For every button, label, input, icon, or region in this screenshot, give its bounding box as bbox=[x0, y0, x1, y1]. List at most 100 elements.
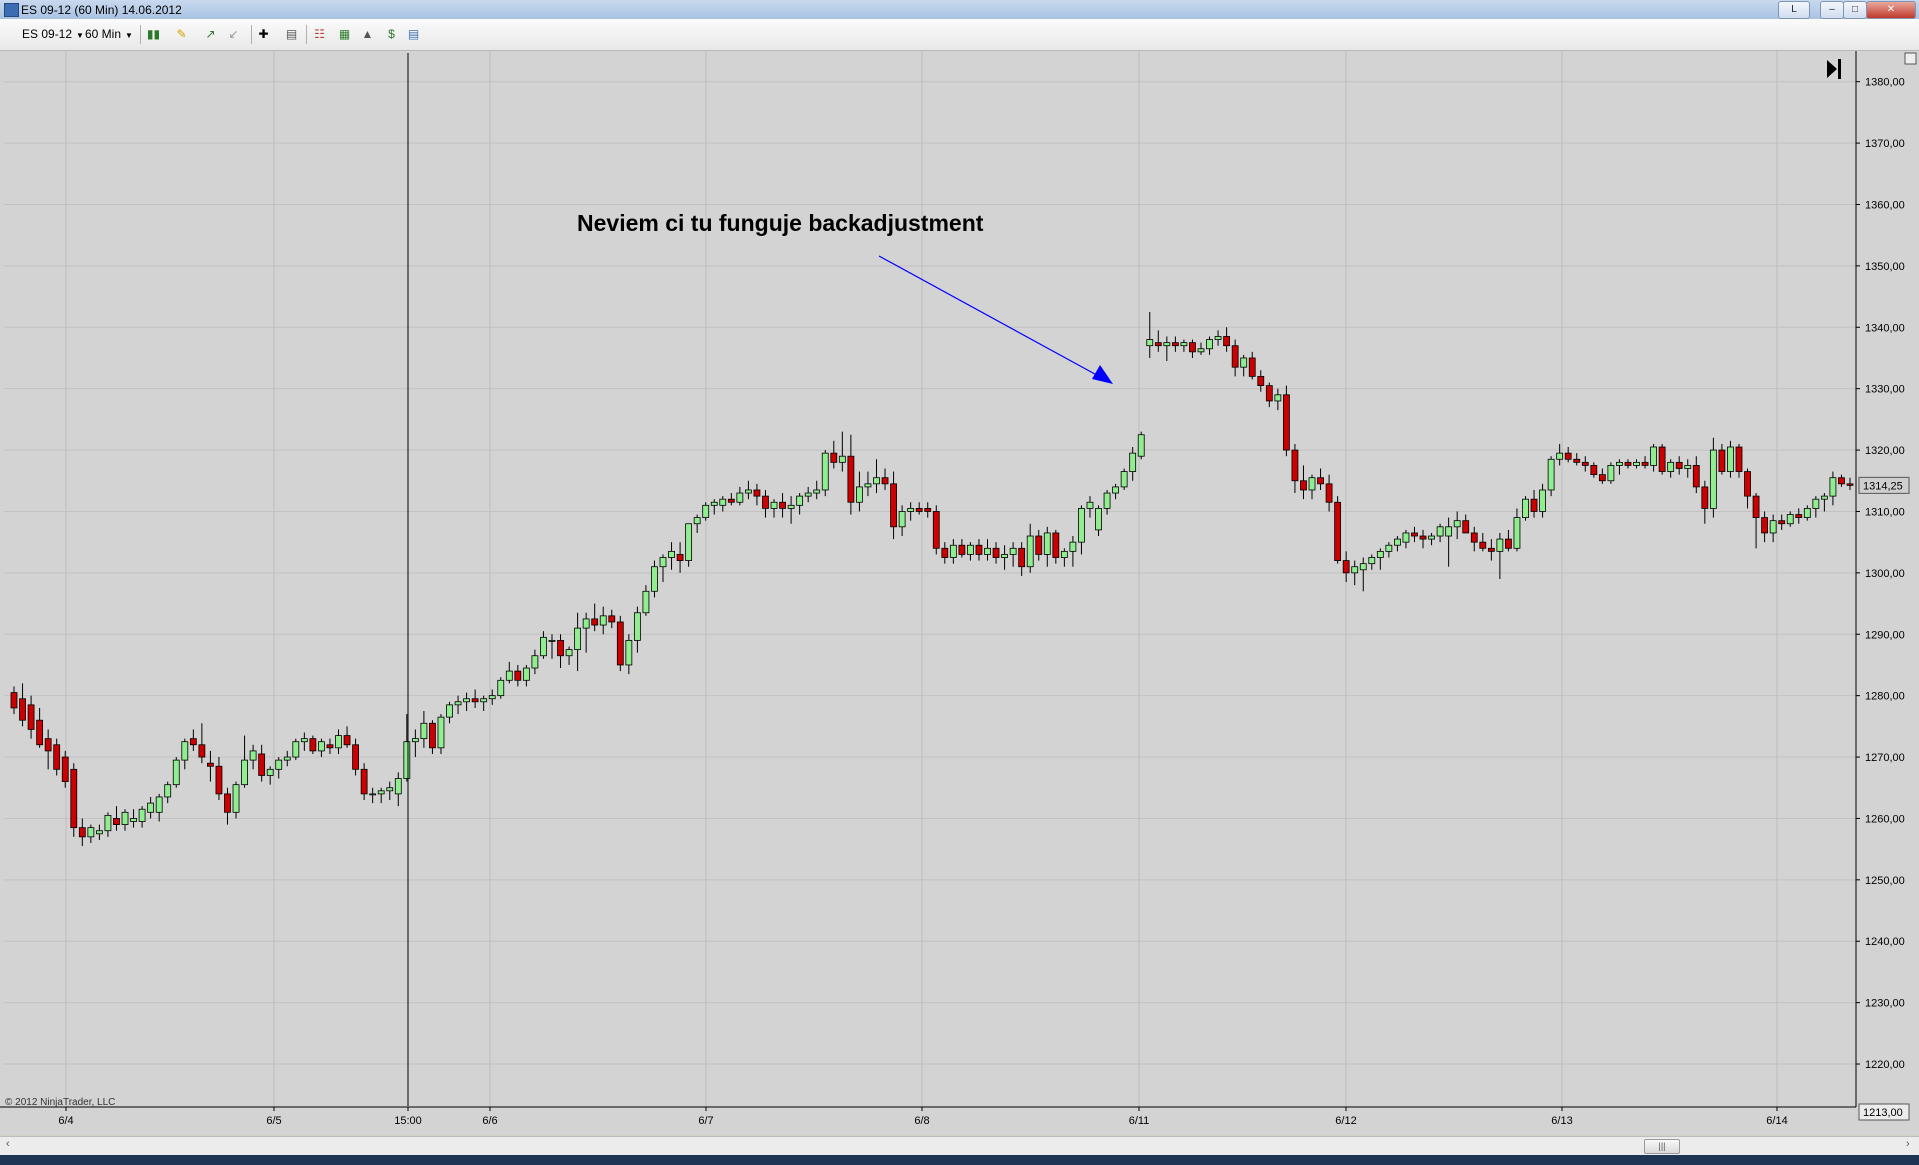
price-tick-label: 1340,00 bbox=[1865, 322, 1905, 334]
candle-body bbox=[1018, 547, 1026, 568]
candle-body bbox=[856, 486, 863, 503]
candle-body bbox=[873, 477, 880, 485]
price-tick-label: 1380,00 bbox=[1865, 77, 1905, 89]
minimize-icon[interactable]: – bbox=[1820, 1, 1844, 19]
time-tick-label: 6/5 bbox=[266, 1115, 281, 1127]
annotation-text[interactable]: Neviem ci tu funguje backadjustment bbox=[577, 210, 984, 236]
scroll-left-icon[interactable]: ‹ bbox=[6, 1138, 10, 1150]
candle-body bbox=[326, 744, 334, 749]
candle-body bbox=[1154, 342, 1162, 347]
candle-body bbox=[591, 618, 599, 626]
candle-body bbox=[292, 741, 300, 758]
candle-body bbox=[1342, 560, 1350, 574]
dollar-icon[interactable]: $ bbox=[384, 27, 399, 41]
time-tick-label: 15:00 bbox=[394, 1115, 422, 1127]
candle-body bbox=[1043, 532, 1051, 555]
candle-body bbox=[1633, 461, 1640, 466]
candle-body bbox=[1394, 538, 1401, 546]
candle-body bbox=[249, 750, 257, 761]
panel-menu-icon[interactable] bbox=[1904, 52, 1917, 65]
close-icon[interactable]: ✕ bbox=[1866, 1, 1916, 19]
chart-image-icon[interactable]: ▲ bbox=[360, 27, 375, 41]
chart-panel[interactable]: Neviem ci tu funguje backadjustment 1220… bbox=[0, 51, 1919, 1135]
candle-body bbox=[719, 498, 727, 506]
language-indicator-icon[interactable]: L bbox=[1778, 1, 1810, 19]
scrollbar-thumb[interactable]: ||| bbox=[1644, 1139, 1680, 1154]
candle-body bbox=[172, 759, 180, 786]
instrument-selector[interactable]: ES 09-12 ▼ bbox=[22, 27, 84, 41]
candle-body bbox=[753, 489, 761, 497]
candle-body bbox=[189, 738, 197, 746]
scroll-to-end-icon[interactable] bbox=[1827, 60, 1837, 78]
candle-body bbox=[1060, 550, 1068, 558]
candle-body bbox=[1684, 465, 1692, 469]
candle-body bbox=[522, 667, 530, 681]
candle-body bbox=[745, 489, 752, 494]
candle-body bbox=[1402, 532, 1410, 543]
candle-body bbox=[1650, 446, 1657, 466]
candle-body bbox=[813, 489, 821, 494]
candle-body bbox=[1214, 336, 1222, 340]
crosshair-icon[interactable]: ✚ bbox=[256, 27, 271, 41]
candle-body bbox=[1667, 461, 1675, 472]
horizontal-scrollbar[interactable]: ‹ ||| › bbox=[0, 1136, 1919, 1155]
candle-body bbox=[1300, 480, 1307, 491]
candle-body bbox=[70, 768, 78, 829]
candle-body bbox=[1334, 501, 1342, 561]
scroll-right-icon[interactable]: › bbox=[1906, 1138, 1910, 1150]
interval-selector[interactable]: 60 Min ▼ bbox=[85, 27, 133, 41]
time-tick-label: 6/7 bbox=[698, 1115, 713, 1127]
drawing-tool-icon[interactable]: ✎ bbox=[174, 27, 189, 41]
candle-body bbox=[1812, 498, 1820, 509]
candle-body bbox=[1120, 471, 1128, 488]
candle-body bbox=[1291, 449, 1299, 482]
candle-body bbox=[514, 670, 522, 681]
candle-body bbox=[454, 701, 462, 706]
candle-body bbox=[1769, 520, 1777, 534]
candle-body bbox=[360, 768, 368, 795]
price-chart[interactable]: Neviem ci tu funguje backadjustment 1220… bbox=[0, 51, 1919, 1135]
candle-body bbox=[1803, 507, 1811, 519]
candle-body bbox=[548, 639, 556, 642]
candle-body bbox=[1479, 541, 1487, 549]
candle-body bbox=[1470, 532, 1478, 543]
window-title: ES 09-12 (60 Min) 14.06.2012 bbox=[21, 3, 182, 17]
annotation-arrowhead bbox=[1092, 365, 1113, 384]
candle-body bbox=[779, 501, 786, 509]
annotation-arrow-line[interactable] bbox=[878, 255, 1105, 380]
price-tick-label: 1230,00 bbox=[1865, 998, 1905, 1010]
candle-body bbox=[429, 722, 436, 749]
price-tick-label: 1350,00 bbox=[1865, 261, 1905, 273]
candle-body bbox=[1795, 514, 1803, 519]
candle-body bbox=[44, 738, 52, 752]
candle-body bbox=[633, 612, 641, 641]
candle-body bbox=[1137, 434, 1145, 457]
candle-body bbox=[1171, 342, 1179, 347]
candle-body bbox=[1052, 532, 1060, 558]
candle-body bbox=[762, 495, 769, 509]
candle-body bbox=[710, 501, 718, 506]
candle-body bbox=[599, 615, 607, 626]
data-box-icon[interactable]: ▤ bbox=[284, 27, 299, 41]
candle-body bbox=[463, 698, 470, 703]
candle-body bbox=[864, 483, 872, 488]
candle-body bbox=[164, 784, 172, 798]
restore-icon[interactable]: □ bbox=[1843, 1, 1867, 19]
candle-body bbox=[1095, 507, 1102, 531]
price-tick-label: 1330,00 bbox=[1865, 384, 1905, 396]
chart-style-icon[interactable]: ▮▮ bbox=[146, 27, 161, 41]
candle-body bbox=[1035, 535, 1043, 555]
strategies-icon[interactable]: ▦ bbox=[337, 27, 352, 41]
zoom-in-icon[interactable]: ↗ bbox=[203, 27, 218, 41]
indicators-icon[interactable]: ☷ bbox=[312, 27, 327, 41]
interval-label: 60 Min bbox=[85, 27, 122, 41]
candle-body bbox=[949, 544, 957, 558]
properties-icon[interactable]: ▤ bbox=[406, 27, 421, 41]
candle-body bbox=[437, 716, 445, 749]
candle-body bbox=[1505, 538, 1512, 549]
zoom-out-icon[interactable]: ↙ bbox=[226, 27, 241, 41]
candle-body bbox=[1496, 538, 1504, 552]
candle-body bbox=[1001, 554, 1008, 558]
candle-body bbox=[266, 768, 274, 776]
candle-body bbox=[676, 554, 684, 561]
